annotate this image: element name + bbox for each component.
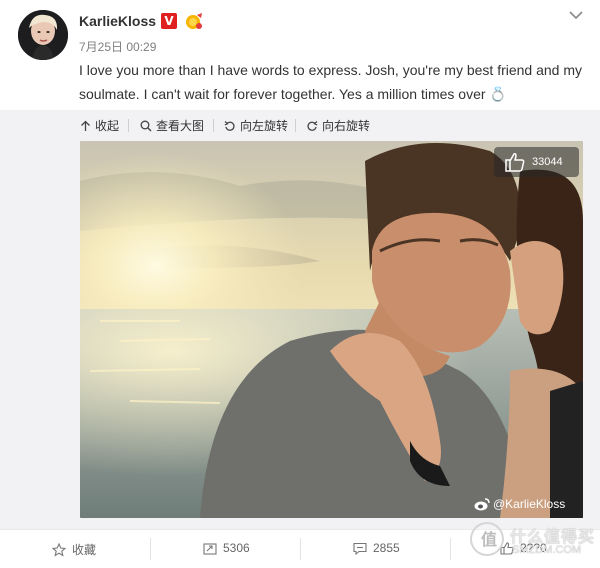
username[interactable]: KarlieKloss <box>79 13 156 29</box>
site-logo-icon: 值 <box>470 522 504 556</box>
post-timestamp[interactable]: 7月25日 00:29 <box>79 38 156 55</box>
action-divider <box>150 538 151 560</box>
magnifier-icon <box>140 120 152 131</box>
comment-button[interactable]: 2855 <box>353 541 400 555</box>
site-watermark: 值 什么值得买 SMZDM.COM <box>470 520 600 567</box>
image-like-count: 33044 <box>532 156 563 168</box>
post-header: KarlieKloss V 7月25日 00:29 I love you mor… <box>0 0 600 110</box>
post-photo[interactable] <box>80 141 583 518</box>
action-divider <box>300 538 301 560</box>
view-large-label: 查看大图 <box>156 119 205 133</box>
toolbar-divider <box>213 119 214 132</box>
rotate-left-label: 向左旋转 <box>240 119 289 133</box>
comment-count: 2855 <box>373 541 400 555</box>
rotate-right-button[interactable]: 向右旋转 <box>306 117 370 134</box>
post-text: I love you more than I have words to exp… <box>79 62 583 102</box>
image-watermark-text: @KarlieKloss <box>493 497 566 511</box>
svg-text:值: 值 <box>481 530 497 549</box>
rotate-right-icon <box>307 120 318 131</box>
collapse-label: 收起 <box>95 119 120 133</box>
avatar[interactable] <box>18 10 68 60</box>
thumbs-up-icon <box>505 153 525 172</box>
chevron-down-icon[interactable] <box>568 8 584 20</box>
view-large-button[interactable]: 查看大图 <box>140 117 204 134</box>
rotate-left-icon <box>224 120 235 131</box>
sunset-couple-image <box>80 141 583 518</box>
medal-icon <box>184 12 204 30</box>
site-url: SMZDM.COM <box>512 544 582 556</box>
rotate-left-button[interactable]: 向左旋转 <box>224 117 288 134</box>
toolbar-divider <box>128 119 129 132</box>
collapse-arrow-icon <box>81 120 90 131</box>
comment-icon <box>353 542 367 555</box>
verified-badge-icon: V <box>161 13 177 29</box>
toolbar-divider <box>295 119 296 132</box>
repost-button[interactable]: 5306 <box>203 541 250 555</box>
repost-count: 5306 <box>223 541 250 555</box>
image-watermark: @KarlieKloss <box>474 497 565 511</box>
favorite-label: 收藏 <box>72 543 97 557</box>
action-divider <box>450 538 451 560</box>
rotate-right-label: 向右旋转 <box>322 119 371 133</box>
image-like-button[interactable]: 33044 <box>494 147 579 177</box>
repost-icon <box>203 542 217 555</box>
star-icon <box>52 542 66 557</box>
weibo-logo-icon <box>474 497 490 510</box>
collapse-button[interactable]: 收起 <box>80 117 119 134</box>
favorite-button[interactable]: 收藏 <box>52 541 96 558</box>
